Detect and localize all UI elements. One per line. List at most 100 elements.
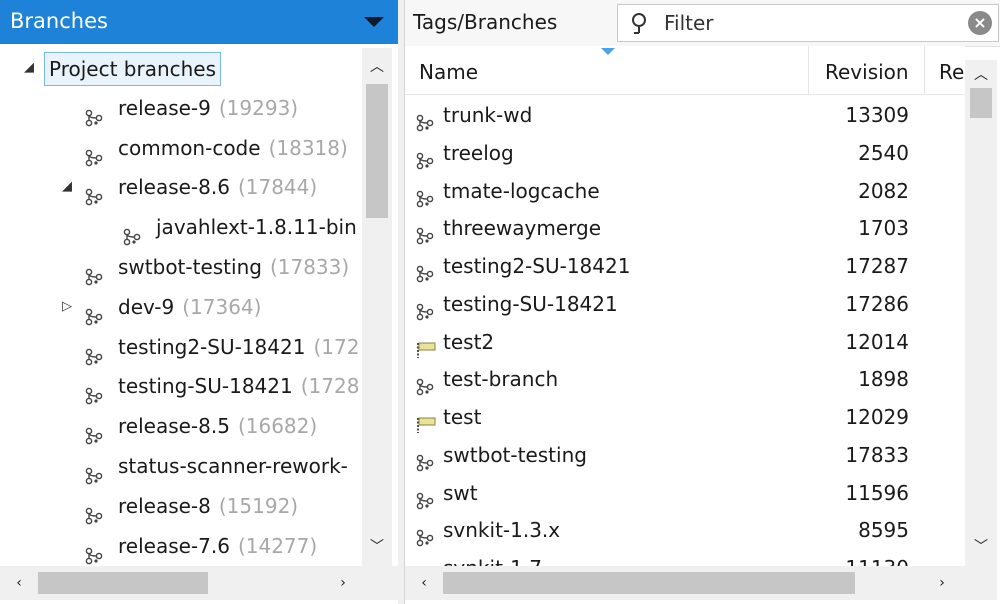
- list-vertical-scroll-thumb[interactable]: [970, 88, 992, 118]
- scroll-left-icon[interactable]: ‹: [10, 574, 28, 592]
- row-revision: 12029: [845, 405, 909, 429]
- branch-name: testing2-SU-18421: [118, 334, 306, 359]
- expand-icon[interactable]: ▷: [60, 287, 74, 327]
- row-revision: 17286: [845, 291, 909, 316]
- list-scroll-down-icon[interactable]: ﹀: [972, 538, 990, 556]
- scroll-up-icon[interactable]: ︿: [368, 58, 386, 76]
- branch-revision: (17833): [269, 255, 350, 279]
- tags-branches-list: trunk-wd 13309 treelog 2540 tmate-logcache 20…: [405, 96, 965, 566]
- branch-revision: (19293): [218, 95, 299, 120]
- column-header-revision[interactable]: Revision: [809, 46, 925, 94]
- branch-icon: [415, 295, 437, 321]
- filter-placeholder: Filter: [664, 11, 714, 35]
- branches-panel: Branches ◢ Project branches release-9 (1929…: [0, 0, 399, 604]
- row-revision: 13309: [845, 103, 909, 127]
- filter-input[interactable]: Filter ×: [617, 4, 999, 42]
- collapse-icon[interactable]: ◢: [22, 48, 36, 88]
- list-scroll-left-icon[interactable]: ‹: [415, 574, 433, 592]
- row-revision: 1898: [858, 367, 909, 392]
- tree-item-label: Project branches: [44, 52, 222, 86]
- row-revision: 11130: [809, 549, 909, 566]
- row-revision: 17287: [845, 254, 909, 278]
- branches-title: Branches: [10, 9, 108, 33]
- branch-icon: [415, 182, 437, 207]
- tree-vertical-scrollbar[interactable]: ︿ ﹀: [362, 48, 392, 566]
- row-revision: 12014: [845, 329, 909, 354]
- list-horizontal-scrollbar[interactable]: ‹ ›: [405, 566, 997, 600]
- tree-item-label: common-code (18318): [118, 128, 348, 168]
- branch-name: swtbot-testing: [118, 255, 262, 279]
- table-row[interactable]: tmate-logcache 2082: [405, 172, 965, 210]
- branch-revision: (17364): [182, 294, 262, 319]
- collapse-icon[interactable]: ◢: [60, 167, 74, 207]
- row-name: testing-SU-18421: [443, 291, 618, 316]
- tree-item[interactable]: swtbot-testing (17833): [0, 247, 362, 287]
- branch-icon: [415, 370, 437, 396]
- branch-revision: (172: [313, 334, 360, 359]
- list-vertical-scrollbar[interactable]: ︿ ﹀: [965, 60, 997, 566]
- table-row[interactable]: trunk-wd 13309: [405, 96, 965, 134]
- branch-revision: (14277): [237, 533, 318, 558]
- clear-filter-icon[interactable]: ×: [968, 11, 992, 35]
- column-revision-label: Revision: [825, 60, 909, 84]
- row-name: swt: [443, 480, 478, 505]
- table-row[interactable]: svnkit-1.7 11130: [405, 549, 965, 566]
- branch-name: release-9: [118, 95, 211, 120]
- tree-item[interactable]: testing-SU-18421 (1728: [0, 366, 362, 406]
- table-row[interactable]: swt 11596: [405, 474, 965, 512]
- table-row[interactable]: treelog 2540: [405, 134, 965, 172]
- branch-icon: [415, 521, 437, 547]
- tree-item[interactable]: javahlext-1.8.11-bin: [0, 207, 362, 247]
- tree-item[interactable]: release-7.6 (14277): [0, 526, 362, 566]
- table-row[interactable]: test 12029: [405, 398, 965, 436]
- row-revision: 2082: [858, 178, 909, 203]
- branches-header[interactable]: Branches: [0, 0, 398, 44]
- list-scroll-up-icon[interactable]: ︿: [972, 66, 990, 84]
- table-row[interactable]: swtbot-testing 17833: [405, 436, 965, 474]
- scroll-right-icon[interactable]: ›: [334, 574, 352, 592]
- branch-icon: [84, 339, 104, 365]
- column-name-label: Name: [419, 60, 479, 84]
- column-header-third[interactable]: Re: [925, 46, 965, 94]
- table-row[interactable]: testing-SU-18421 17286: [405, 285, 965, 323]
- branch-icon: [84, 538, 104, 564]
- table-row[interactable]: test-branch 1898: [405, 360, 965, 398]
- tree-item[interactable]: ◢ release-8.6 (17844): [0, 167, 362, 207]
- table-row[interactable]: svnkit-1.3.x 8595: [405, 511, 965, 549]
- table-row[interactable]: test2 12014: [405, 323, 965, 361]
- list-horizontal-scroll-thumb[interactable]: [443, 572, 855, 594]
- branch-icon: [84, 299, 104, 326]
- row-name: swtbot-testing: [443, 442, 587, 467]
- list-scroll-right-icon[interactable]: ›: [933, 574, 951, 592]
- tree-item[interactable]: status-scanner-rework-: [0, 446, 362, 486]
- branch-name: status-scanner-rework-: [118, 454, 348, 478]
- tree-item[interactable]: common-code (18318): [0, 128, 362, 168]
- branch-icon: [84, 458, 104, 485]
- tree-item[interactable]: release-8 (15192): [0, 486, 362, 526]
- branch-revision: (1728: [300, 374, 360, 399]
- tree-vertical-scroll-thumb[interactable]: [366, 84, 388, 218]
- branch-name: release-8.5: [118, 414, 230, 439]
- tree-horizontal-scroll-thumb[interactable]: [38, 572, 208, 594]
- tree-item[interactable]: ◢ Project branches: [0, 48, 362, 88]
- branch-name: dev-9: [118, 294, 175, 319]
- filter-search-icon: [632, 13, 646, 34]
- table-row[interactable]: threewaymerge 1703: [405, 209, 965, 247]
- branch-name: release-7.6: [118, 533, 230, 558]
- dropdown-caret-icon[interactable]: [364, 17, 384, 27]
- row-name: testing2-SU-18421: [443, 254, 631, 278]
- branch-name: javahlext-1.8.11-bin: [156, 215, 357, 240]
- branch-icon: [84, 140, 104, 166]
- tree-item[interactable]: testing2-SU-18421 (172: [0, 327, 362, 367]
- row-name: tmate-logcache: [443, 178, 600, 203]
- tree-horizontal-scrollbar[interactable]: ‹ ›: [0, 566, 398, 600]
- tree-item-label: swtbot-testing (17833): [118, 247, 349, 287]
- branch-revision: (17844): [237, 175, 318, 200]
- tree-item[interactable]: ▷ dev-9 (17364): [0, 287, 362, 327]
- tree-item[interactable]: release-9 (19293): [0, 88, 362, 128]
- column-headers: Name Revision Re: [405, 46, 965, 95]
- branch-icon: [84, 498, 104, 525]
- scroll-down-icon[interactable]: ﹀: [368, 538, 386, 556]
- table-row[interactable]: testing2-SU-18421 17287: [405, 247, 965, 285]
- tree-item[interactable]: release-8.5 (16682): [0, 406, 362, 446]
